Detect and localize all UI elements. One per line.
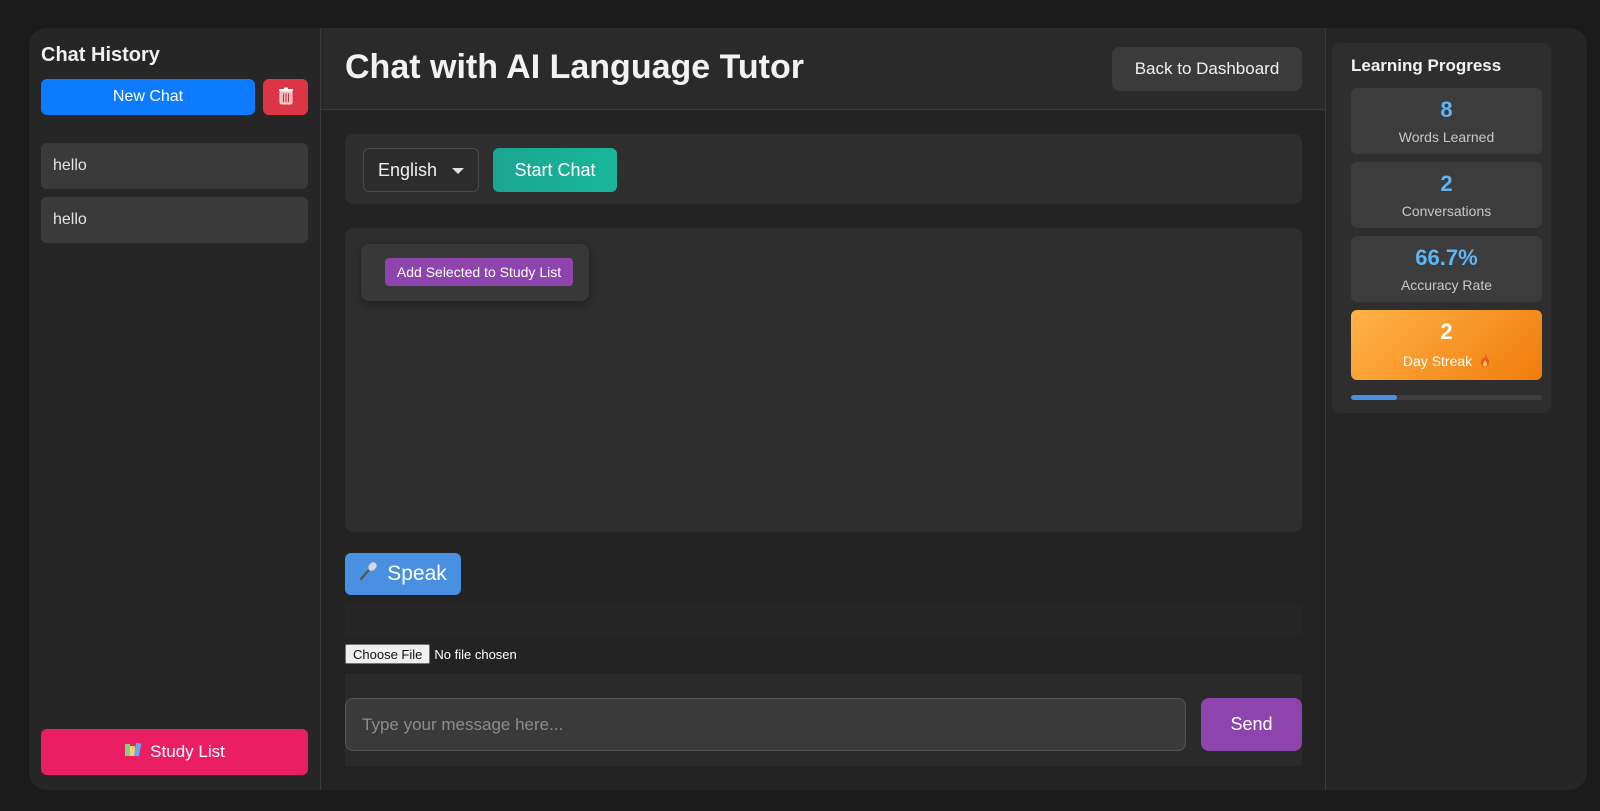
books-icon	[124, 742, 142, 763]
chevron-down-icon	[452, 168, 464, 174]
speak-label: Speak	[387, 562, 447, 585]
streak-value: 2	[1440, 319, 1453, 344]
streak-label-row: Day Streak	[1351, 353, 1542, 369]
message-input[interactable]	[345, 698, 1186, 751]
stat-value: 8	[1440, 97, 1453, 122]
progress-bar-fill	[1351, 395, 1397, 400]
chat-messages-area: Add Selected to Study List	[345, 228, 1302, 532]
app-window: Chat History New Chat hello hello Study …	[29, 28, 1587, 790]
delete-history-button[interactable]	[263, 79, 308, 115]
selection-popup: Add Selected to Study List	[361, 244, 589, 301]
add-to-study-list-button[interactable]: Add Selected to Study List	[385, 258, 573, 286]
learning-progress-card: Learning Progress 8 Words Learned 2 Conv…	[1332, 43, 1551, 413]
sidebar-title: Chat History	[41, 44, 160, 66]
trash-icon	[278, 87, 294, 108]
progress-bar	[1351, 395, 1542, 400]
main-header: Chat with AI Language Tutor Back to Dash…	[321, 28, 1325, 110]
history-item[interactable]: hello	[41, 197, 308, 243]
stat-label: Accuracy Rate	[1400, 277, 1493, 293]
fire-icon	[1476, 353, 1490, 369]
stat-conversations: 2 Conversations	[1351, 162, 1542, 228]
main-chat-area: Chat with AI Language Tutor Back to Dash…	[321, 28, 1325, 790]
stat-label: Words Learned	[1398, 129, 1495, 145]
page-title: Chat with AI Language Tutor	[345, 48, 804, 86]
stat-value: 66.7%	[1415, 245, 1478, 270]
stat-accuracy-rate: 66.7% Accuracy Rate	[1351, 236, 1542, 302]
language-value: English	[378, 159, 438, 180]
stat-value: 2	[1440, 171, 1453, 196]
language-select[interactable]: English	[363, 148, 479, 192]
file-status: No file chosen	[434, 646, 517, 662]
stat-words-learned: 8 Words Learned	[1351, 88, 1542, 154]
stat-day-streak: 2 Day Streak	[1351, 310, 1542, 380]
progress-title: Learning Progress	[1351, 56, 1502, 75]
start-chat-button[interactable]: Start Chat	[493, 148, 617, 192]
stat-label: Conversations	[1401, 203, 1492, 219]
study-list-label: Study List	[150, 742, 225, 761]
speak-button[interactable]: Speak	[345, 553, 461, 595]
file-upload: Choose File No file chosen	[345, 644, 517, 664]
new-chat-button[interactable]: New Chat	[41, 79, 255, 115]
study-list-button[interactable]: Study List	[41, 729, 308, 775]
back-to-dashboard-button[interactable]: Back to Dashboard	[1112, 47, 1302, 91]
streak-label: Day Streak	[1402, 353, 1473, 369]
send-button[interactable]: Send	[1201, 698, 1302, 751]
chat-controls: English Start Chat	[345, 134, 1302, 204]
choose-file-button[interactable]: Choose File	[345, 644, 431, 664]
message-composer: Send	[345, 674, 1302, 766]
history-item[interactable]: hello	[41, 143, 308, 189]
progress-sidebar: Learning Progress 8 Words Learned 2 Conv…	[1325, 28, 1587, 790]
chat-history-sidebar: Chat History New Chat hello hello Study …	[29, 28, 321, 790]
microphone-icon	[359, 561, 379, 587]
transcript-bar	[345, 605, 1302, 635]
